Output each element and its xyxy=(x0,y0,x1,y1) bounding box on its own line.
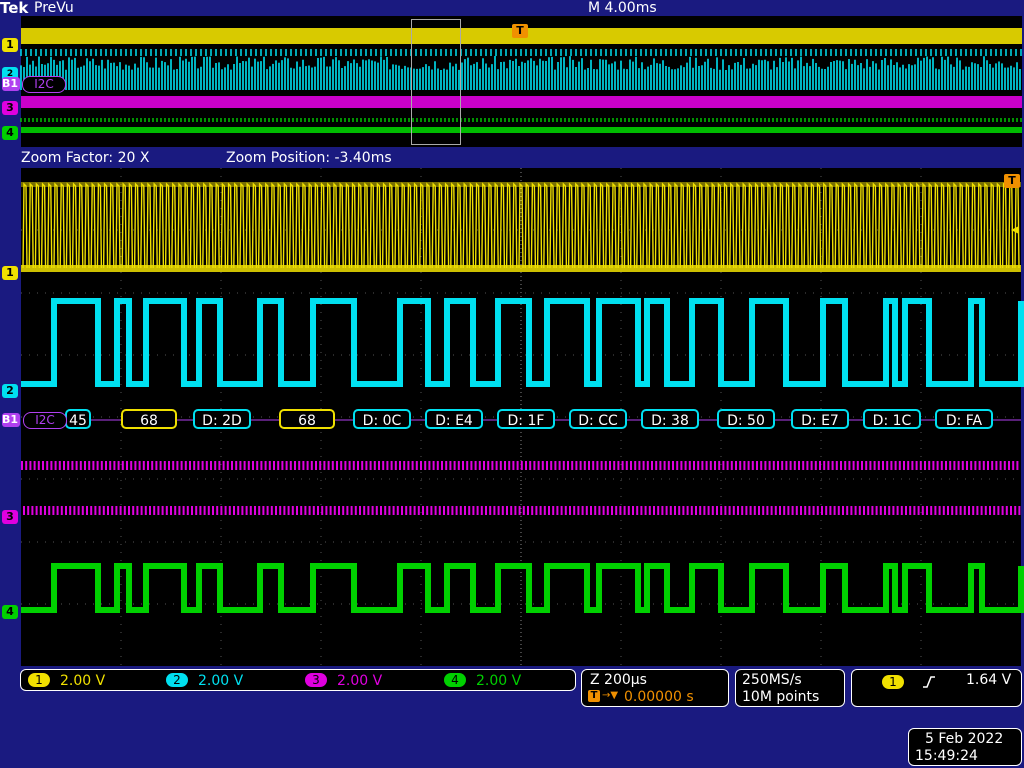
bus-packet-0[interactable]: 45 xyxy=(65,409,91,429)
bus-packet-12[interactable]: D: FA xyxy=(935,409,993,429)
ch4-scale-readout[interactable]: 4 2.00 V xyxy=(444,671,521,691)
datetime-readout: 5 Feb 2022 15:49:24 xyxy=(908,728,1022,766)
bus-decode-row: 45 68 D: 2D 68 D: 0C D: E4 D: 1F D: CC D: 38 D: 5… xyxy=(21,409,1021,431)
ch2-trace xyxy=(21,298,1024,387)
overview-waveform-window[interactable]: T xyxy=(20,16,1022,147)
bus-packet-4[interactable]: D: 0C xyxy=(353,409,411,429)
overview-ch3-marker[interactable]: 3 xyxy=(2,101,18,115)
timebase-readout[interactable]: M 4.00ms xyxy=(588,0,657,16)
time-display: 15:49:24 xyxy=(915,748,978,764)
ch3-scale: 2.00 V xyxy=(337,673,383,689)
bus-packet-8[interactable]: D: 38 xyxy=(641,409,699,429)
overview-bus-label: I2C xyxy=(22,76,66,93)
bus-packet-6[interactable]: D: 1F xyxy=(497,409,555,429)
ov-ch4-trace xyxy=(21,127,1022,133)
ov-bus-trace xyxy=(20,56,1021,90)
bus-packet-11[interactable]: D: 1C xyxy=(863,409,921,429)
zoom-bus-label: I2C xyxy=(23,412,67,429)
trigger-level-arrow-icon xyxy=(1011,226,1019,234)
ch1-baseline xyxy=(21,265,1021,272)
bus-packet-7[interactable]: D: CC xyxy=(569,409,627,429)
bus-packet-1[interactable]: 68 xyxy=(121,409,177,429)
ch3-scale-readout[interactable]: 3 2.00 V xyxy=(305,671,382,691)
overview-ch1-marker[interactable]: 1 xyxy=(2,38,18,52)
trigger-readout[interactable]: 1 1.64 V xyxy=(851,669,1022,707)
zoom-ch4-marker[interactable]: 4 xyxy=(2,605,18,619)
zoom-waveform-window[interactable]: 45 68 D: 2D 68 D: 0C D: E4 D: 1F D: CC D: 38 D: 5… xyxy=(21,168,1024,666)
acquisition-mode: PreVu xyxy=(34,0,74,16)
zoom-ch2-marker[interactable]: 2 xyxy=(2,384,18,398)
date-display: 5 Feb 2022 xyxy=(925,731,1004,747)
ch4-badge: 4 xyxy=(444,673,466,687)
delay-arrow-icon: →▼ xyxy=(602,690,619,701)
ch3-badge: 3 xyxy=(305,673,327,687)
ov-ch3-trace xyxy=(21,96,1022,108)
zoom-factor-label: Zoom Factor: 20 X xyxy=(21,150,150,166)
brand-logo: Tek xyxy=(0,0,29,17)
trigger-source-badge: 1 xyxy=(882,675,904,689)
ch1-scale: 2.00 V xyxy=(60,673,106,689)
bus-packet-5[interactable]: D: E4 xyxy=(425,409,483,429)
bus-packet-9[interactable]: D: 50 xyxy=(717,409,775,429)
ch1-scale-readout[interactable]: 1 2.00 V xyxy=(28,671,105,691)
record-length: 10M points xyxy=(742,689,820,705)
zoom-window-bracket[interactable] xyxy=(411,19,461,145)
zoom-trigger-marker[interactable]: T xyxy=(1004,174,1020,188)
ch1-badge: 1 xyxy=(28,673,50,687)
ov-ch2-trace xyxy=(20,49,1022,56)
overview-ch4-marker[interactable]: 4 xyxy=(2,126,18,140)
ch2-scale-readout[interactable]: 2 2.00 V xyxy=(166,671,243,691)
zoom-ch3-marker[interactable]: 3 xyxy=(2,510,18,524)
trigger-level: 1.64 V xyxy=(966,672,1012,688)
trigger-delay-icon: T xyxy=(588,690,600,702)
horizontal-scale: Z 200µs xyxy=(590,672,647,688)
bus-packet-10[interactable]: D: E7 xyxy=(791,409,849,429)
ch2-scale: 2.00 V xyxy=(198,673,244,689)
zoom-bus-marker[interactable]: B1 xyxy=(2,413,20,427)
horizontal-delay: 0.00000 s xyxy=(624,689,694,705)
ch1-topline xyxy=(21,182,1021,187)
rising-edge-icon xyxy=(923,676,935,688)
ov-ch4-dots xyxy=(20,118,1022,122)
horizontal-readout[interactable]: Z 200µs T →▼ 0.00000 s xyxy=(581,669,729,707)
overview-bus-marker[interactable]: B1 xyxy=(2,77,20,91)
sample-rate: 250MS/s xyxy=(742,672,802,688)
bus-packet-2[interactable]: D: 2D xyxy=(193,409,251,429)
zoom-ch1-marker[interactable]: 1 xyxy=(2,266,18,280)
ch2-badge: 2 xyxy=(166,673,188,687)
ch4-scale: 2.00 V xyxy=(476,673,522,689)
acquisition-readout[interactable]: 250MS/s 10M points xyxy=(735,669,845,707)
trigger-position-marker[interactable]: T xyxy=(512,24,528,38)
bus-packet-3[interactable]: 68 xyxy=(279,409,335,429)
zoom-position-label: Zoom Position: -3.40ms xyxy=(226,150,392,166)
